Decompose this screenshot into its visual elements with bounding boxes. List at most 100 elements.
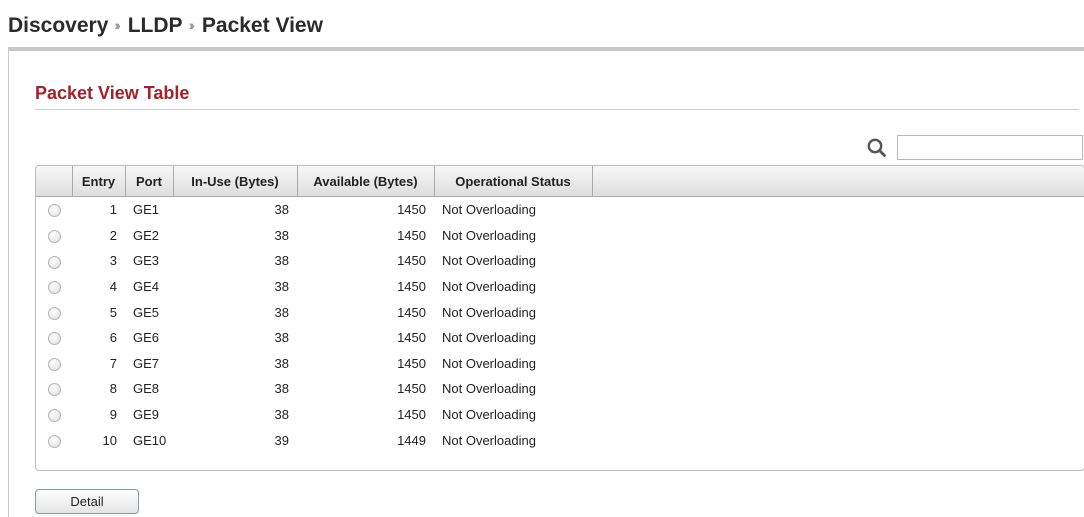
cell-status: Not Overloading [442, 227, 536, 243]
cell-available: 1450 [397, 253, 426, 269]
cell-in-use: 39 [274, 432, 289, 448]
radio-button-icon[interactable] [47, 357, 61, 371]
cell-filler [592, 274, 1084, 300]
cell-port: GE7 [133, 355, 160, 371]
column-header-status[interactable]: Operational Status [434, 166, 593, 197]
cell-entry: 2 [109, 227, 117, 243]
cell-entry: 9 [109, 407, 117, 423]
radio-button-icon[interactable] [47, 204, 61, 218]
cell-port: GE4 [133, 279, 160, 295]
cell-filler [592, 248, 1084, 274]
table-row[interactable]: 1 GE1 38 1450 Not Overloading [36, 197, 1084, 223]
cell-available: 1450 [397, 381, 426, 397]
table-row[interactable]: 7 GE7 38 1450 Not Overloading [36, 351, 1084, 377]
radio-button-icon[interactable] [47, 255, 61, 269]
row-select-cell [36, 299, 72, 325]
cell-port: GE5 [133, 304, 160, 320]
section-title: Packet View Table [35, 83, 190, 103]
breadcrumb: Discovery ›› LLDP ›› Packet View [8, 14, 323, 38]
content-panel: Packet View Table Entry Port In-Use (Byt… [8, 47, 1084, 517]
cell-entry: 6 [109, 330, 117, 346]
cell-port: GE2 [133, 227, 160, 243]
cell-status: Not Overloading [442, 330, 536, 346]
cell-in-use: 38 [274, 407, 289, 423]
section-divider [35, 109, 1079, 110]
column-header-in-use[interactable]: In-Use (Bytes) [173, 166, 298, 197]
table-row[interactable]: 4 GE4 38 1450 Not Overloading [36, 274, 1084, 300]
table-header-row: Entry Port In-Use (Bytes) Available (Byt… [36, 166, 1084, 197]
breadcrumb-item-discovery[interactable]: Discovery [8, 14, 108, 37]
cell-available: 1450 [397, 279, 426, 295]
radio-button-icon[interactable] [47, 409, 61, 423]
cell-available: 1450 [397, 407, 426, 423]
cell-filler [592, 325, 1084, 351]
cell-entry: 5 [109, 304, 117, 320]
breadcrumb-item-lldp[interactable]: LLDP [128, 14, 183, 37]
cell-available: 1450 [397, 330, 426, 346]
row-select-cell [36, 325, 72, 351]
cell-port: GE3 [133, 253, 160, 269]
column-header-select [36, 166, 73, 197]
breadcrumb-separator-icon: ›› [114, 17, 121, 33]
radio-button-icon[interactable] [47, 306, 61, 320]
cell-port: GE10 [133, 432, 167, 448]
row-select-cell [36, 223, 72, 249]
table-row[interactable]: 8 GE8 38 1450 Not Overloading [36, 376, 1084, 402]
table-row[interactable]: 5 GE5 38 1450 Not Overloading [36, 299, 1084, 325]
cell-in-use: 38 [274, 202, 289, 218]
cell-port: GE8 [133, 381, 160, 397]
column-header-entry[interactable]: Entry [72, 166, 126, 197]
cell-filler [592, 299, 1084, 325]
detail-button[interactable]: Detail [35, 489, 139, 514]
cell-available: 1449 [397, 432, 426, 448]
row-select-cell [36, 351, 72, 377]
table-row[interactable]: 3 GE3 38 1450 Not Overloading [36, 248, 1084, 274]
cell-port: GE1 [133, 202, 160, 218]
breadcrumb-item-packet-view: Packet View [201, 14, 323, 37]
radio-button-icon[interactable] [47, 383, 61, 397]
search-icon[interactable] [865, 136, 889, 160]
row-select-cell [36, 248, 72, 274]
cell-entry: 3 [109, 253, 117, 269]
row-select-cell [36, 427, 72, 453]
column-header-port[interactable]: Port [125, 166, 174, 197]
cell-entry: 8 [109, 381, 117, 397]
table-row[interactable]: 9 GE9 38 1450 Not Overloading [36, 402, 1084, 428]
row-select-cell [36, 274, 72, 300]
cell-in-use: 38 [274, 227, 289, 243]
cell-available: 1450 [397, 227, 426, 243]
table-row[interactable]: 6 GE6 38 1450 Not Overloading [36, 325, 1084, 351]
cell-status: Not Overloading [442, 407, 536, 423]
search-input[interactable] [897, 135, 1083, 160]
cell-in-use: 38 [274, 304, 289, 320]
row-select-cell [36, 402, 72, 428]
row-select-cell [36, 197, 72, 223]
packet-view-table: Entry Port In-Use (Bytes) Available (Byt… [35, 165, 1084, 471]
cell-available: 1450 [397, 304, 426, 320]
column-header-filler [592, 166, 1084, 197]
cell-status: Not Overloading [442, 432, 536, 448]
table-row[interactable]: 10 GE10 39 1449 Not Overloading [36, 427, 1084, 453]
table-row[interactable]: 2 GE2 38 1450 Not Overloading [36, 223, 1084, 249]
radio-button-icon[interactable] [47, 332, 61, 346]
cell-filler [592, 402, 1084, 428]
cell-available: 1450 [397, 202, 426, 218]
cell-in-use: 38 [274, 355, 289, 371]
cell-status: Not Overloading [442, 381, 536, 397]
cell-status: Not Overloading [442, 355, 536, 371]
radio-button-icon[interactable] [47, 281, 61, 295]
cell-port: GE9 [133, 407, 160, 423]
cell-entry: 10 [102, 432, 117, 448]
cell-filler [592, 351, 1084, 377]
cell-status: Not Overloading [442, 304, 536, 320]
cell-status: Not Overloading [442, 279, 536, 295]
cell-entry: 1 [109, 202, 117, 218]
radio-button-icon[interactable] [47, 434, 61, 448]
row-select-cell [36, 376, 72, 402]
cell-filler [592, 223, 1084, 249]
breadcrumb-separator-icon: ›› [188, 17, 196, 33]
radio-button-icon[interactable] [47, 229, 61, 243]
cell-in-use: 38 [274, 279, 289, 295]
column-header-available[interactable]: Available (Bytes) [297, 166, 435, 197]
cell-available: 1450 [397, 355, 426, 371]
